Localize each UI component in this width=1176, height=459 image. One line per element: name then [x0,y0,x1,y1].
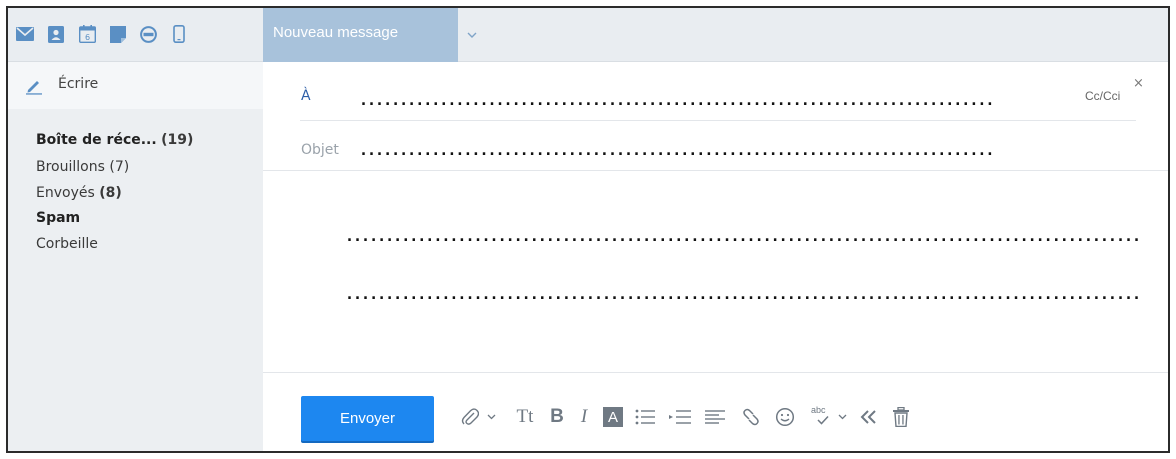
collapse-icon[interactable] [858,405,880,429]
indent-icon[interactable] [668,405,692,429]
app-toolbar: 6 Nouveau message [8,8,1168,62]
folder-count: (19) [161,132,194,148]
folder-trash[interactable]: Corbeille [36,236,98,252]
to-input[interactable]: ........................................… [359,91,999,109]
trash-icon[interactable] [891,405,911,429]
align-icon[interactable] [704,405,726,429]
sidebar: Écrire Boîte de réce... (19) Brouillons … [8,62,263,451]
calendar-day: 6 [84,33,89,42]
contacts-icon[interactable] [47,25,65,43]
mail-window: 6 Nouveau message Écrire Boîte de réce.. [6,6,1170,453]
spellcheck-menu-icon[interactable] [836,405,848,429]
divider [263,372,1168,373]
mail-icon[interactable] [16,25,34,43]
folder-count: (8) [99,185,122,201]
italic-icon[interactable]: I [576,405,592,429]
folder-sent[interactable]: Envoyés (8) [36,185,122,201]
folder-spam[interactable]: Spam [36,210,80,226]
message-body[interactable]: ........................................… [263,171,1168,371]
emoji-icon[interactable] [774,405,796,429]
folder-name: Boîte de réce... [36,132,157,148]
pencil-icon [25,77,43,95]
to-label: À [301,88,311,104]
spellcheck-label: abc [811,405,826,415]
attach-menu-icon[interactable] [485,405,497,429]
chevron-down-icon[interactable] [465,8,479,62]
folder-drafts[interactable]: Brouillons (7) [36,159,129,175]
compose-form: À ......................................… [263,62,1168,451]
link-icon[interactable] [740,405,762,429]
subject-label: Objet [301,142,339,158]
bold-icon[interactable]: B [548,405,566,429]
spellcheck-icon[interactable]: abc [809,405,833,429]
messenger-icon[interactable] [139,25,157,43]
body-line: ........................................… [345,227,1141,245]
bullet-list-icon[interactable] [634,405,656,429]
subject-input[interactable]: ........................................… [359,141,999,159]
body-line: ........................................… [345,285,1141,303]
folder-name: Brouillons [36,159,105,175]
folder-inbox[interactable]: Boîte de réce... (19) [36,132,193,148]
cc-bcc-link[interactable]: Cc/Cci [1085,89,1120,103]
attach-icon[interactable] [459,405,481,429]
calendar-icon[interactable]: 6 [78,25,96,43]
compose-button[interactable]: Écrire [8,62,263,109]
folder-name: Corbeille [36,236,98,252]
folder-name: Envoyés [36,185,95,201]
text-color-icon[interactable]: A [603,407,623,427]
mobile-icon[interactable] [170,25,188,43]
folder-count: (7) [109,159,130,175]
notes-icon[interactable] [109,25,127,43]
font-size-icon[interactable]: Tt [512,405,538,429]
send-button[interactable]: Envoyer [301,396,434,441]
tab-new-message[interactable]: Nouveau message [263,8,458,62]
compose-label: Écrire [58,76,99,92]
divider [300,120,1136,121]
folder-name: Spam [36,210,81,226]
close-icon[interactable]: × [1133,76,1144,91]
tab-label: Nouveau message [273,24,399,41]
